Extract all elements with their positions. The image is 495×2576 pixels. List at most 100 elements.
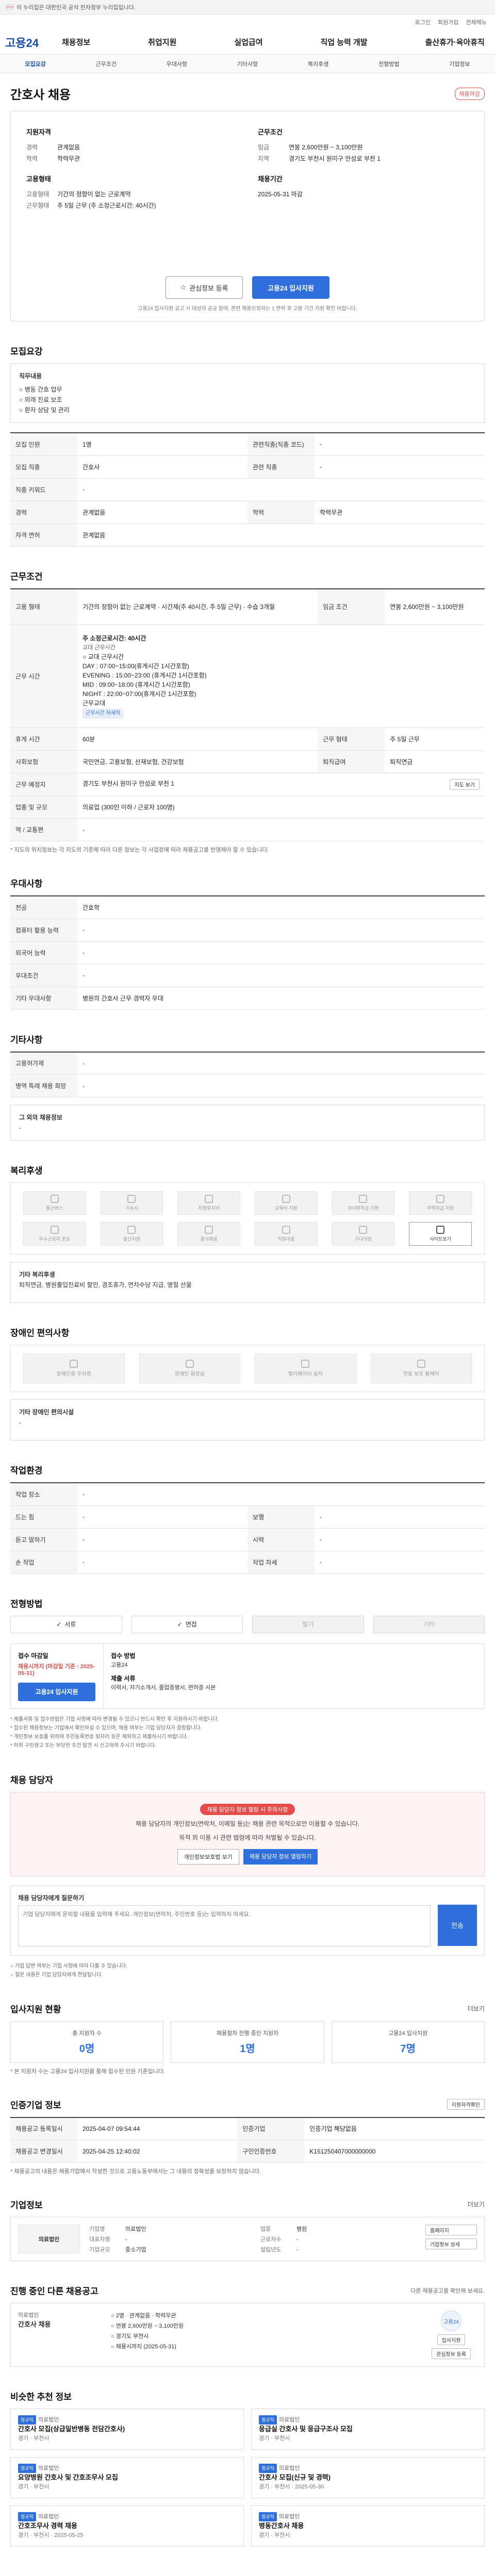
- tab-company[interactable]: 기업정보: [449, 60, 470, 68]
- scrap-button[interactable]: ☆ 관심정보 등록: [166, 276, 243, 299]
- tab-welfare[interactable]: 복리후생: [308, 60, 328, 68]
- question-input[interactable]: [18, 1905, 431, 1946]
- disabled-icons: 장애인용 주차장 장애인 화장실 엘리베이터 설치 전동 보조 휠체어: [10, 1345, 485, 1392]
- section-title-info: 인증기업 정보: [10, 2100, 61, 2110]
- job-title[interactable]: 응급실 간호사 및 응급구조사 모집: [259, 2425, 477, 2434]
- summary-right2-title: 채용기간: [258, 175, 283, 183]
- section-title-welfare: 복리후생: [10, 1166, 43, 1176]
- flag-icon: [6, 5, 13, 9]
- summary-note: 고용24 입사지원 공고 시 대상자 공공 참여, 관련 채용신청자는 1 연락…: [138, 306, 357, 312]
- similar-job-card[interactable]: 정규직 의료법인 간호조무사 경력 채용 경기 · 부천시 · 2025-05-25: [10, 2505, 244, 2547]
- tab-work[interactable]: 근무조건: [95, 60, 116, 68]
- duty-label: 직무내용: [19, 372, 42, 380]
- method-value: 고용24: [111, 1662, 128, 1668]
- map-button[interactable]: 지도 보기: [450, 779, 480, 790]
- summary-row: 경력 관계없음: [26, 142, 237, 153]
- tab-recruit[interactable]: 모집요강: [25, 60, 45, 68]
- summary-left2-title: 고용형태: [26, 175, 51, 183]
- welfare-icon: [127, 1226, 136, 1234]
- similar-job-card[interactable]: 정규직 의료법인 간호사 모집(상급일반병동 전담간호사) 경기 · 부천시: [10, 2409, 244, 2450]
- other-job-card[interactable]: 의료법인 간호사 채용 ○ 2명 · 관계없음 · 학력무관 ○ 연봉 2,60…: [10, 2303, 485, 2367]
- table-row: 역 / 교통편 -: [10, 818, 485, 841]
- welfare-grid: 통근버스 기숙사 차량유지비 교육비 지원 자녀학자금 지원 주택자금 지원 우수근로자 포…: [23, 1191, 472, 1246]
- send-button[interactable]: 전송: [438, 1904, 477, 1946]
- privacy-law-button[interactable]: 개인정보보호법 보기: [177, 1849, 239, 1865]
- other-company: 의료법인: [18, 2312, 39, 2318]
- stats-row: 총 지원자 수 0명 채용절차 진행 중인 지원자 1명 고용24 입사지원 7명: [10, 2021, 485, 2063]
- info-header: 인증기업 정보 지원자격확인: [10, 2098, 485, 2111]
- job-company: 의료법인: [38, 2465, 59, 2471]
- company-field: 대표자명 -: [89, 2236, 127, 2243]
- stats-header: 입사지원 현황 더보기: [10, 2002, 485, 2015]
- job-company: 의료법인: [278, 2514, 300, 2520]
- similar-job-card[interactable]: 정규직 의료법인 간호사 모집(신규 및 경력) 경기 · 부천시 · 2025-05…: [251, 2457, 485, 2498]
- gnb-item-training[interactable]: 직업 능력 개발: [320, 37, 367, 47]
- recruit-table: 모집 인원 1명 관련직종(직종 코드) - 모집 직종 간호사 관련 직종 - 직종 키워…: [10, 432, 485, 547]
- hours-detail-button[interactable]: 근무시간 자세히: [82, 708, 124, 719]
- job-title[interactable]: 요양병원 간호사 및 간호조무사 모집: [18, 2473, 236, 2482]
- welfare-item: 직원대출: [254, 1222, 318, 1246]
- job-type-badge: 정규직: [259, 2415, 277, 2425]
- table-row: 근무 시간 주 소정근로시간: 40시간 교대 근무시간 ○ 교대 근무시간 D…: [10, 624, 485, 728]
- company-more-link[interactable]: 더보기: [468, 2200, 485, 2209]
- gnb-item-jobs[interactable]: 채용정보: [62, 37, 90, 47]
- site-logo[interactable]: 고용24: [5, 34, 62, 50]
- tab-etc[interactable]: 기타사항: [237, 60, 258, 68]
- check-button[interactable]: 지원자격확인: [447, 2098, 485, 2110]
- other-title[interactable]: 간호사 채용: [18, 2319, 101, 2329]
- job-title[interactable]: 간호사 모집(상급일반병동 전담간호사): [18, 2425, 236, 2434]
- page: 이 누리집은 대한민국 공식 전자정부 누리집입니다. 로그인 회원가입 전체메…: [0, 0, 495, 2567]
- welfare-icon: [359, 1195, 368, 1203]
- table-row: 모집 인원 1명 관련직종(직종 코드) -: [10, 433, 485, 456]
- note-line: * 허위 구인광고 또는 부당한 조건 발견 시 신고하여 주시기 바랍니다.: [10, 1742, 156, 1749]
- doc-value: 이력서, 자기소개서, 졸업증명서, 면허증 사본: [111, 1684, 216, 1691]
- gnb-item-support[interactable]: 취업지원: [148, 37, 176, 47]
- summary-left-title: 지원자격: [26, 128, 51, 136]
- all-menu-link[interactable]: 전체메뉴: [466, 18, 487, 26]
- other-apply-button[interactable]: 입사지원: [437, 2334, 466, 2345]
- homepage-button[interactable]: 홈페이지: [425, 2225, 477, 2235]
- gnb-item-unemployment[interactable]: 실업급여: [234, 37, 262, 47]
- company-field: 업종 병원: [260, 2226, 307, 2232]
- section-title-stats: 입사지원 현황: [10, 2004, 61, 2014]
- main-content: 간호사 채용 채용마감 지원자격 경력 관계없음 학력 학력무관 고용형태 고용형태…: [0, 84, 495, 2567]
- login-link[interactable]: 로그인: [415, 18, 431, 26]
- table-row: 우대조건 -: [10, 964, 485, 987]
- summary-key: 근무형태: [26, 202, 50, 209]
- hours-line: NIGHT : 22:00~07:00(휴게시간 1시간포함): [82, 690, 196, 698]
- similar-job-card[interactable]: 정규직 의료법인 병동간호사 채용 경기 · 부천시: [251, 2505, 485, 2547]
- job-title[interactable]: 간호사 모집(신규 및 경력): [259, 2473, 477, 2482]
- status-badge: 채용마감: [454, 87, 485, 100]
- similar-job-card[interactable]: 정규직 의료법인 요양병원 간호사 및 간호조무사 모집 경기 · 부천시: [10, 2457, 244, 2498]
- deadline-label: 접수 마감일: [18, 1652, 48, 1659]
- welfare-item: 교육비 지원: [254, 1191, 318, 1215]
- section-title-env: 작업환경: [10, 1466, 43, 1476]
- job-title[interactable]: 간호조무사 경력 채용: [18, 2521, 236, 2531]
- tab-select[interactable]: 전형방법: [378, 60, 399, 68]
- apply-button[interactable]: 고용24 입사지원: [252, 276, 329, 299]
- other-scrap-button[interactable]: 관심정보 등록: [432, 2348, 471, 2359]
- similar-job-card[interactable]: 정규직 의료법인 응급실 간호사 및 응급구조사 모집 경기 · 부천시: [251, 2409, 485, 2450]
- welfare-icon: [436, 1226, 445, 1234]
- table-row: 경력 관계없음 학력 학력무관: [10, 501, 485, 524]
- signup-link[interactable]: 회원가입: [438, 18, 458, 26]
- apply-button-2[interactable]: 고용24 입사지원: [18, 1682, 95, 1701]
- welfare-icon: [205, 1195, 213, 1203]
- view-contact-button[interactable]: 채용 담당자 정보 열람하기: [243, 1849, 318, 1865]
- disabled-grid: 장애인용 주차장 장애인 화장실 엘리베이터 설치 전동 보조 휠체어: [23, 1353, 472, 1383]
- job-title[interactable]: 병동간호사 채용: [259, 2521, 477, 2531]
- company-detail-button[interactable]: 기업정보 상세: [425, 2239, 477, 2249]
- doc-label: 제출 서류: [111, 1674, 136, 1682]
- apply-deadline: 접수 마감일 채용시까지 (마감일 기준 : 2025-05-31) 고용24 …: [11, 1643, 104, 1708]
- summary-value: 연봉 2,600만원 ~ 3,100만원: [289, 144, 363, 151]
- table-row: 기타 우대사항 병원의 간호사 근무 경력자 우대: [10, 987, 485, 1010]
- stats-more-link[interactable]: 더보기: [468, 2004, 485, 2013]
- note-line: ○ 기업 답변 여부는 기업 사정에 따라 다를 수 있습니다.: [10, 1963, 128, 1969]
- section-title-similar: 비슷한 추천 정보: [10, 2392, 72, 2402]
- welfare-icon: [127, 1195, 136, 1203]
- hours-line: 근무교대: [82, 700, 106, 707]
- gnb-item-leave[interactable]: 출산휴가·육아휴직: [425, 37, 485, 47]
- job-meta: 경기 · 부천시: [18, 2435, 50, 2442]
- table-row: 업종 및 규모 의료업 (300인 이하 / 근로자 100명): [10, 795, 485, 819]
- tab-prefer[interactable]: 우대사항: [167, 60, 187, 68]
